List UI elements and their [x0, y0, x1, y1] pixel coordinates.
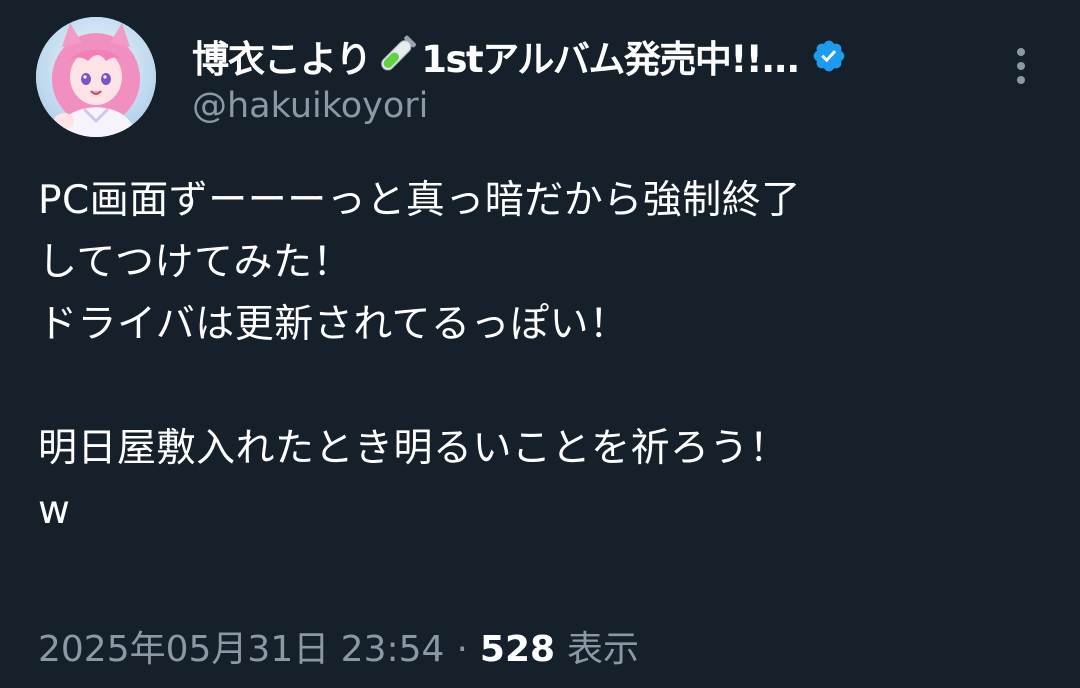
tweet-header: 博衣こより 1stアルバム発売中!!... @hakuikoyori	[192, 28, 992, 126]
views-count: 528	[479, 629, 556, 670]
verified-badge-icon[interactable]	[811, 38, 847, 74]
tweet-timestamp[interactable]: 2025年05月31日 23:54	[38, 620, 444, 672]
display-name-suffix[interactable]: 1stアルバム発売中!!...	[421, 29, 800, 83]
name-row: 博衣こより 1stアルバム発売中!!...	[192, 28, 992, 84]
avatar[interactable]	[36, 17, 156, 137]
avatar-illustration	[36, 17, 156, 137]
display-name[interactable]: 博衣こより	[192, 29, 372, 83]
tweet-meta: 2025年05月31日 23:54 · 528 表示	[38, 620, 639, 672]
user-handle[interactable]: @hakuikoyori	[192, 86, 992, 126]
views-label: 表示	[567, 629, 640, 670]
more-vertical-icon[interactable]	[1006, 44, 1036, 88]
meta-separator: ·	[456, 629, 468, 670]
test-tube-icon	[373, 34, 421, 78]
tweet-card: 博衣こより 1stアルバム発売中!!... @hakuikoyori PC画面ず…	[0, 0, 1080, 688]
tweet-text: PC画面ずーーーっと真っ暗だから強制終了 してつけてみた！ ドライバは更新されて…	[38, 178, 801, 533]
